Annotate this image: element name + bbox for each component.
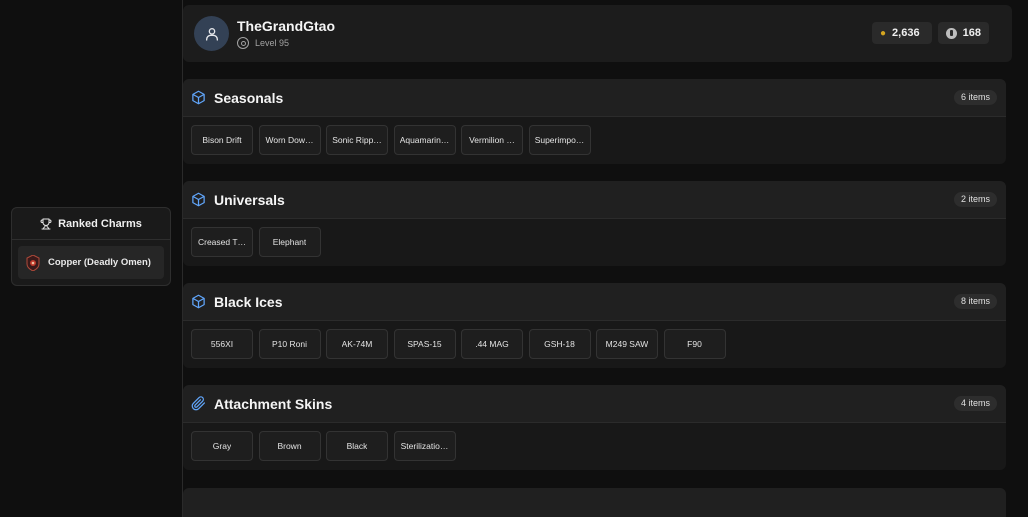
cube-icon (192, 192, 205, 207)
section-header: Universals 2 items (183, 181, 1006, 219)
coins-value: 168 (962, 27, 981, 39)
item-tile[interactable]: Creased T… (191, 227, 253, 257)
item-tile[interactable]: Worn Dow… (258, 125, 321, 155)
item-label: Aquamarin… (399, 135, 450, 145)
section-count-badge: 8 items (953, 294, 997, 309)
section-title: Universals (214, 192, 285, 208)
item-tile[interactable]: M249 SAW (596, 329, 658, 359)
coins-badge: 168 (938, 22, 989, 44)
item-label: Sterilizatio… (400, 441, 449, 451)
cube-icon (192, 294, 205, 309)
section-title: Seasonals (214, 90, 284, 106)
item-label: P10 Roni (272, 339, 307, 349)
item-label: Brown (277, 441, 302, 451)
avatar[interactable] (194, 16, 229, 51)
item-tile[interactable]: SPAS-15 (393, 329, 456, 359)
main-content: TheGrandGtao Level 95 ● 2,636 168 Season… (183, 0, 1028, 517)
page: Ranked Charms Copper (Deadly Omen) TheGr… (0, 0, 1028, 517)
item-label: SPAS-15 (407, 339, 442, 349)
item-tile[interactable]: Sterilizatio… (393, 431, 456, 461)
item-tile[interactable]: Brown (258, 431, 321, 461)
item-label: Creased T… (197, 237, 247, 247)
profile-header: TheGrandGtao Level 95 ● 2,636 168 (183, 5, 1012, 62)
item-list: 556XI P10 Roni AK-74M SPAS-15 .44 MAG GS… (191, 329, 726, 359)
username: TheGrandGtao (237, 18, 336, 34)
section-count-badge: 4 items (953, 396, 997, 411)
item-label: Bison Drift (202, 135, 242, 145)
section-count-badge: 6 items (953, 90, 997, 105)
item-label: Sonic Ripp… (332, 135, 382, 145)
item-label: Superimpo… (534, 135, 585, 145)
level-indicator: Level 95 (237, 37, 289, 49)
item-tile[interactable]: Black (326, 431, 388, 461)
section-attachment-skins: Attachment Skins 4 items Gray Brown Blac… (183, 385, 1006, 470)
item-tile[interactable]: Sonic Ripp… (326, 125, 388, 155)
charm-item-label: Copper (Deadly Omen) (48, 257, 151, 268)
level-icon (237, 37, 249, 49)
item-tile[interactable]: .44 MAG (461, 329, 523, 359)
item-label: Black (346, 441, 368, 451)
item-label: F90 (687, 339, 702, 349)
item-label: .44 MAG (475, 339, 509, 349)
section-title: Attachment Skins (214, 396, 333, 412)
paperclip-icon (191, 396, 206, 411)
section-black-ices: Black Ices 8 items 556XI P10 Roni AK-74M… (183, 283, 1006, 368)
section-universals: Universals 2 items Creased T… Elephant (183, 181, 1006, 266)
item-tile[interactable]: Vermilion … (461, 125, 523, 155)
item-label: GSH-18 (544, 339, 575, 349)
item-label: Gray (212, 441, 232, 451)
section-count-badge: 2 items (953, 192, 997, 207)
credits-badge: ● 2,636 (872, 22, 932, 44)
item-label: M249 SAW (605, 339, 649, 349)
charm-item[interactable]: Copper (Deadly Omen) (18, 246, 164, 279)
trophy-icon (40, 218, 52, 229)
item-tile[interactable]: Bison Drift (191, 125, 253, 155)
item-tile[interactable]: GSH-18 (528, 329, 591, 359)
item-tile[interactable]: P10 Roni (258, 329, 321, 359)
item-tile[interactable]: Elephant (258, 227, 321, 257)
item-list: Creased T… Elephant (191, 227, 321, 257)
ranked-charms-panel: Ranked Charms Copper (Deadly Omen) (11, 207, 171, 286)
item-tile[interactable]: F90 (663, 329, 726, 359)
item-tile[interactable]: 556XI (191, 329, 253, 359)
item-label: Vermilion … (469, 135, 515, 145)
credits-icon: ● (880, 27, 887, 39)
item-label: AK-74M (341, 339, 373, 349)
item-tile[interactable]: Gray (191, 431, 253, 461)
user-icon (205, 27, 218, 41)
item-list: Gray Brown Black Sterilizatio… (191, 431, 456, 461)
section-header: Attachment Skins 4 items (183, 385, 1006, 423)
section-title: Black Ices (214, 294, 283, 310)
credits-value: 2,636 (892, 27, 920, 39)
item-label: Elephant (272, 237, 307, 247)
item-label: Worn Dow… (265, 135, 314, 145)
charm-badge-icon (26, 254, 40, 271)
level-label: Level 95 (255, 38, 290, 48)
ranked-charms-title: Ranked Charms (58, 217, 142, 230)
section-partial (183, 488, 1006, 517)
section-seasonals: Seasonals 6 items Bison Drift Worn Dow… … (183, 79, 1006, 164)
item-tile[interactable]: Aquamarin… (393, 125, 456, 155)
cube-icon (192, 90, 205, 105)
coin-icon (946, 27, 957, 39)
ranked-charms-header: Ranked Charms (12, 208, 170, 240)
item-tile[interactable]: Superimpo… (528, 125, 591, 155)
section-header: Seasonals 6 items (183, 79, 1006, 117)
section-header: Black Ices 8 items (183, 283, 1006, 321)
item-list: Bison Drift Worn Dow… Sonic Ripp… Aquama… (191, 125, 591, 155)
item-label: 556XI (210, 339, 234, 349)
item-tile[interactable]: AK-74M (326, 329, 388, 359)
